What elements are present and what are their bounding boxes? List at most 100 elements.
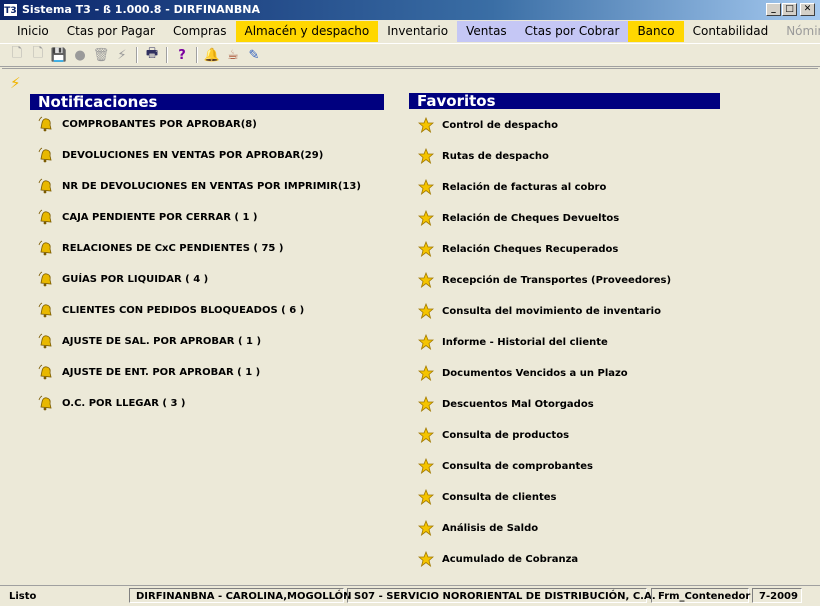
syringe-icon[interactable]: ✎ xyxy=(245,46,263,64)
notification-item[interactable]: O.C. POR LLEGAR ( 3 ) xyxy=(38,394,185,412)
star-icon xyxy=(418,210,434,226)
star-icon xyxy=(418,334,434,350)
favorite-label: Relación de facturas al cobro xyxy=(442,181,607,193)
menu-item-6[interactable]: Ctas por Cobrar xyxy=(515,21,629,42)
favorite-label: Consulta de clientes xyxy=(442,491,557,503)
new-document-icon[interactable]: 🗋 xyxy=(8,46,26,64)
menu-item-5[interactable]: Ventas xyxy=(457,21,516,42)
maximize-button[interactable]: □ xyxy=(782,3,797,16)
notification-label: NR DE DEVOLUCIONES EN VENTAS POR IMPRIMI… xyxy=(62,180,361,192)
star-icon xyxy=(418,427,434,443)
notification-item[interactable]: AJUSTE DE SAL. POR APROBAR ( 1 ) xyxy=(38,332,261,350)
notification-bell-icon xyxy=(38,209,54,225)
favorite-label: Documentos Vencidos a un Plazo xyxy=(442,367,628,379)
notification-bell-icon xyxy=(38,116,54,132)
lightning-icon[interactable]: ⚡ xyxy=(113,46,131,64)
star-icon xyxy=(418,117,434,133)
star-icon xyxy=(418,489,434,505)
notification-item[interactable]: DEVOLUCIONES EN VENTAS POR APROBAR(29) xyxy=(38,146,323,164)
favorite-item[interactable]: Informe - Historial del cliente xyxy=(418,333,608,351)
notification-label: AJUSTE DE SAL. POR APROBAR ( 1 ) xyxy=(62,335,262,347)
favorite-item[interactable]: Acumulado de Cobranza xyxy=(418,550,578,568)
favorite-item[interactable]: Consulta del movimiento de inventario xyxy=(418,302,661,320)
star-icon xyxy=(418,179,434,195)
favorite-label: Rutas de despacho xyxy=(442,150,549,162)
favorite-item[interactable]: Recepción de Transportes (Proveedores) xyxy=(418,271,671,289)
status-bar: Listo DIRFINANBNA - CAROLINA,MOGOLLÓN S0… xyxy=(0,585,820,606)
main-panel: ⚡ Notificaciones COMPROBANTES POR APROBA… xyxy=(2,68,818,584)
open-document-icon[interactable]: 🗋 xyxy=(29,46,47,64)
notification-label: CAJA PENDIENTE POR CERRAR ( 1 ) xyxy=(62,211,258,223)
status-text: Listo xyxy=(9,591,37,602)
menu-item-1[interactable]: Ctas por Pagar xyxy=(58,21,164,42)
favorite-item[interactable]: Análisis de Saldo xyxy=(418,519,538,537)
favorite-item[interactable]: Descuentos Mal Otorgados xyxy=(418,395,594,413)
notification-bell-icon xyxy=(38,333,54,349)
favorite-item[interactable]: Control de despacho xyxy=(418,116,558,134)
favorite-item[interactable]: Documentos Vencidos a un Plazo xyxy=(418,364,628,382)
notification-bell-icon xyxy=(38,240,54,256)
notification-bell-icon xyxy=(38,302,54,318)
notification-item[interactable]: NR DE DEVOLUCIONES EN VENTAS POR IMPRIMI… xyxy=(38,177,361,195)
notification-label: CLIENTES CON PEDIDOS BLOQUEADOS ( 6 ) xyxy=(62,304,305,316)
favorite-label: Relación Cheques Recuperados xyxy=(442,243,619,255)
notification-label: COMPROBANTES POR APROBAR(8) xyxy=(62,118,257,130)
favorite-item[interactable]: Rutas de despacho xyxy=(418,147,549,165)
minimize-button[interactable]: _ xyxy=(766,3,781,16)
favorite-label: Consulta de comprobantes xyxy=(442,460,593,472)
favorite-item[interactable]: Relación de Cheques Devueltos xyxy=(418,209,619,227)
menu-item-4[interactable]: Inventario xyxy=(378,21,457,42)
favorite-item[interactable]: Relación Cheques Recuperados xyxy=(418,240,618,258)
title-bar: T3 Sistema T3 - ß 1.000.8 - DIRFINANBNA … xyxy=(0,0,820,20)
notifications-header: Notificaciones xyxy=(30,94,384,110)
star-icon xyxy=(418,241,434,257)
notification-item[interactable]: RELACIONES DE CxC PENDIENTES ( 75 ) xyxy=(38,239,283,257)
window-title: Sistema T3 - ß 1.000.8 - DIRFINANBNA xyxy=(22,3,260,16)
help-icon[interactable]: ? xyxy=(173,46,191,64)
menu-item-0[interactable]: Inicio xyxy=(8,21,58,42)
notification-bell-icon xyxy=(38,178,54,194)
menu-item-2[interactable]: Compras xyxy=(164,21,236,42)
favorite-label: Control de despacho xyxy=(442,119,558,131)
close-button[interactable]: ✕ xyxy=(800,3,815,16)
notification-label: RELACIONES DE CxC PENDIENTES ( 75 ) xyxy=(62,242,284,254)
toolbar: 🗋 🗋 💾 ● 🗑 ⚡ 🖶? 🔔 ☕ ✎ xyxy=(0,43,820,67)
favorite-item[interactable]: Relación de facturas al cobro xyxy=(418,178,606,196)
notification-item[interactable]: AJUSTE DE ENT. POR APROBAR ( 1 ) xyxy=(38,363,260,381)
star-icon xyxy=(418,458,434,474)
lightning-icon[interactable]: ⚡ xyxy=(10,74,21,92)
status-form: Frm_Contenedor xyxy=(651,588,750,603)
save-icon[interactable]: 💾 xyxy=(50,46,68,64)
status-user: DIRFINANBNA - CAROLINA,MOGOLLÓN xyxy=(129,588,351,603)
status-period: 7-2009 xyxy=(752,588,802,603)
favorite-label: Análisis de Saldo xyxy=(442,522,539,534)
notification-bell-icon[interactable]: 🔔 xyxy=(203,46,221,64)
notification-item[interactable]: CAJA PENDIENTE POR CERRAR ( 1 ) xyxy=(38,208,257,226)
star-icon xyxy=(418,396,434,412)
toolbar-separator xyxy=(166,47,168,63)
favorite-item[interactable]: Consulta de clientes xyxy=(418,488,556,506)
notification-label: AJUSTE DE ENT. POR APROBAR ( 1 ) xyxy=(62,366,261,378)
favorite-label: Consulta del movimiento de inventario xyxy=(442,305,661,317)
record-icon[interactable]: ● xyxy=(71,46,89,64)
menu-item-8[interactable]: Contabilidad xyxy=(684,21,778,42)
delete-icon[interactable]: 🗑 xyxy=(92,46,110,64)
coffee-cup-icon[interactable]: ☕ xyxy=(224,46,242,64)
app-icon: T3 xyxy=(3,3,18,17)
favorite-label: Consulta de productos xyxy=(442,429,570,441)
star-icon xyxy=(418,520,434,536)
toolbar-separator xyxy=(136,47,138,63)
menu-item-7[interactable]: Banco xyxy=(628,21,684,42)
favorite-item[interactable]: Consulta de comprobantes xyxy=(418,457,593,475)
star-icon xyxy=(418,148,434,164)
notification-item[interactable]: GUÍAS POR LIQUIDAR ( 4 ) xyxy=(38,270,208,288)
notification-item[interactable]: CLIENTES CON PEDIDOS BLOQUEADOS ( 6 ) xyxy=(38,301,304,319)
toolbar-separator xyxy=(196,47,198,63)
print-icon[interactable]: 🖶 xyxy=(143,46,161,64)
favorite-label: Informe - Historial del cliente xyxy=(442,336,608,348)
favorite-label: Recepción de Transportes (Proveedores) xyxy=(442,274,672,286)
notification-item[interactable]: COMPROBANTES POR APROBAR(8) xyxy=(38,115,257,133)
menu-item-3[interactable]: Almacén y despacho xyxy=(235,21,379,42)
menu-bar: Inicio Ctas por Pagar Compras Almacén y des… xyxy=(0,21,820,42)
favorite-item[interactable]: Consulta de productos xyxy=(418,426,569,444)
